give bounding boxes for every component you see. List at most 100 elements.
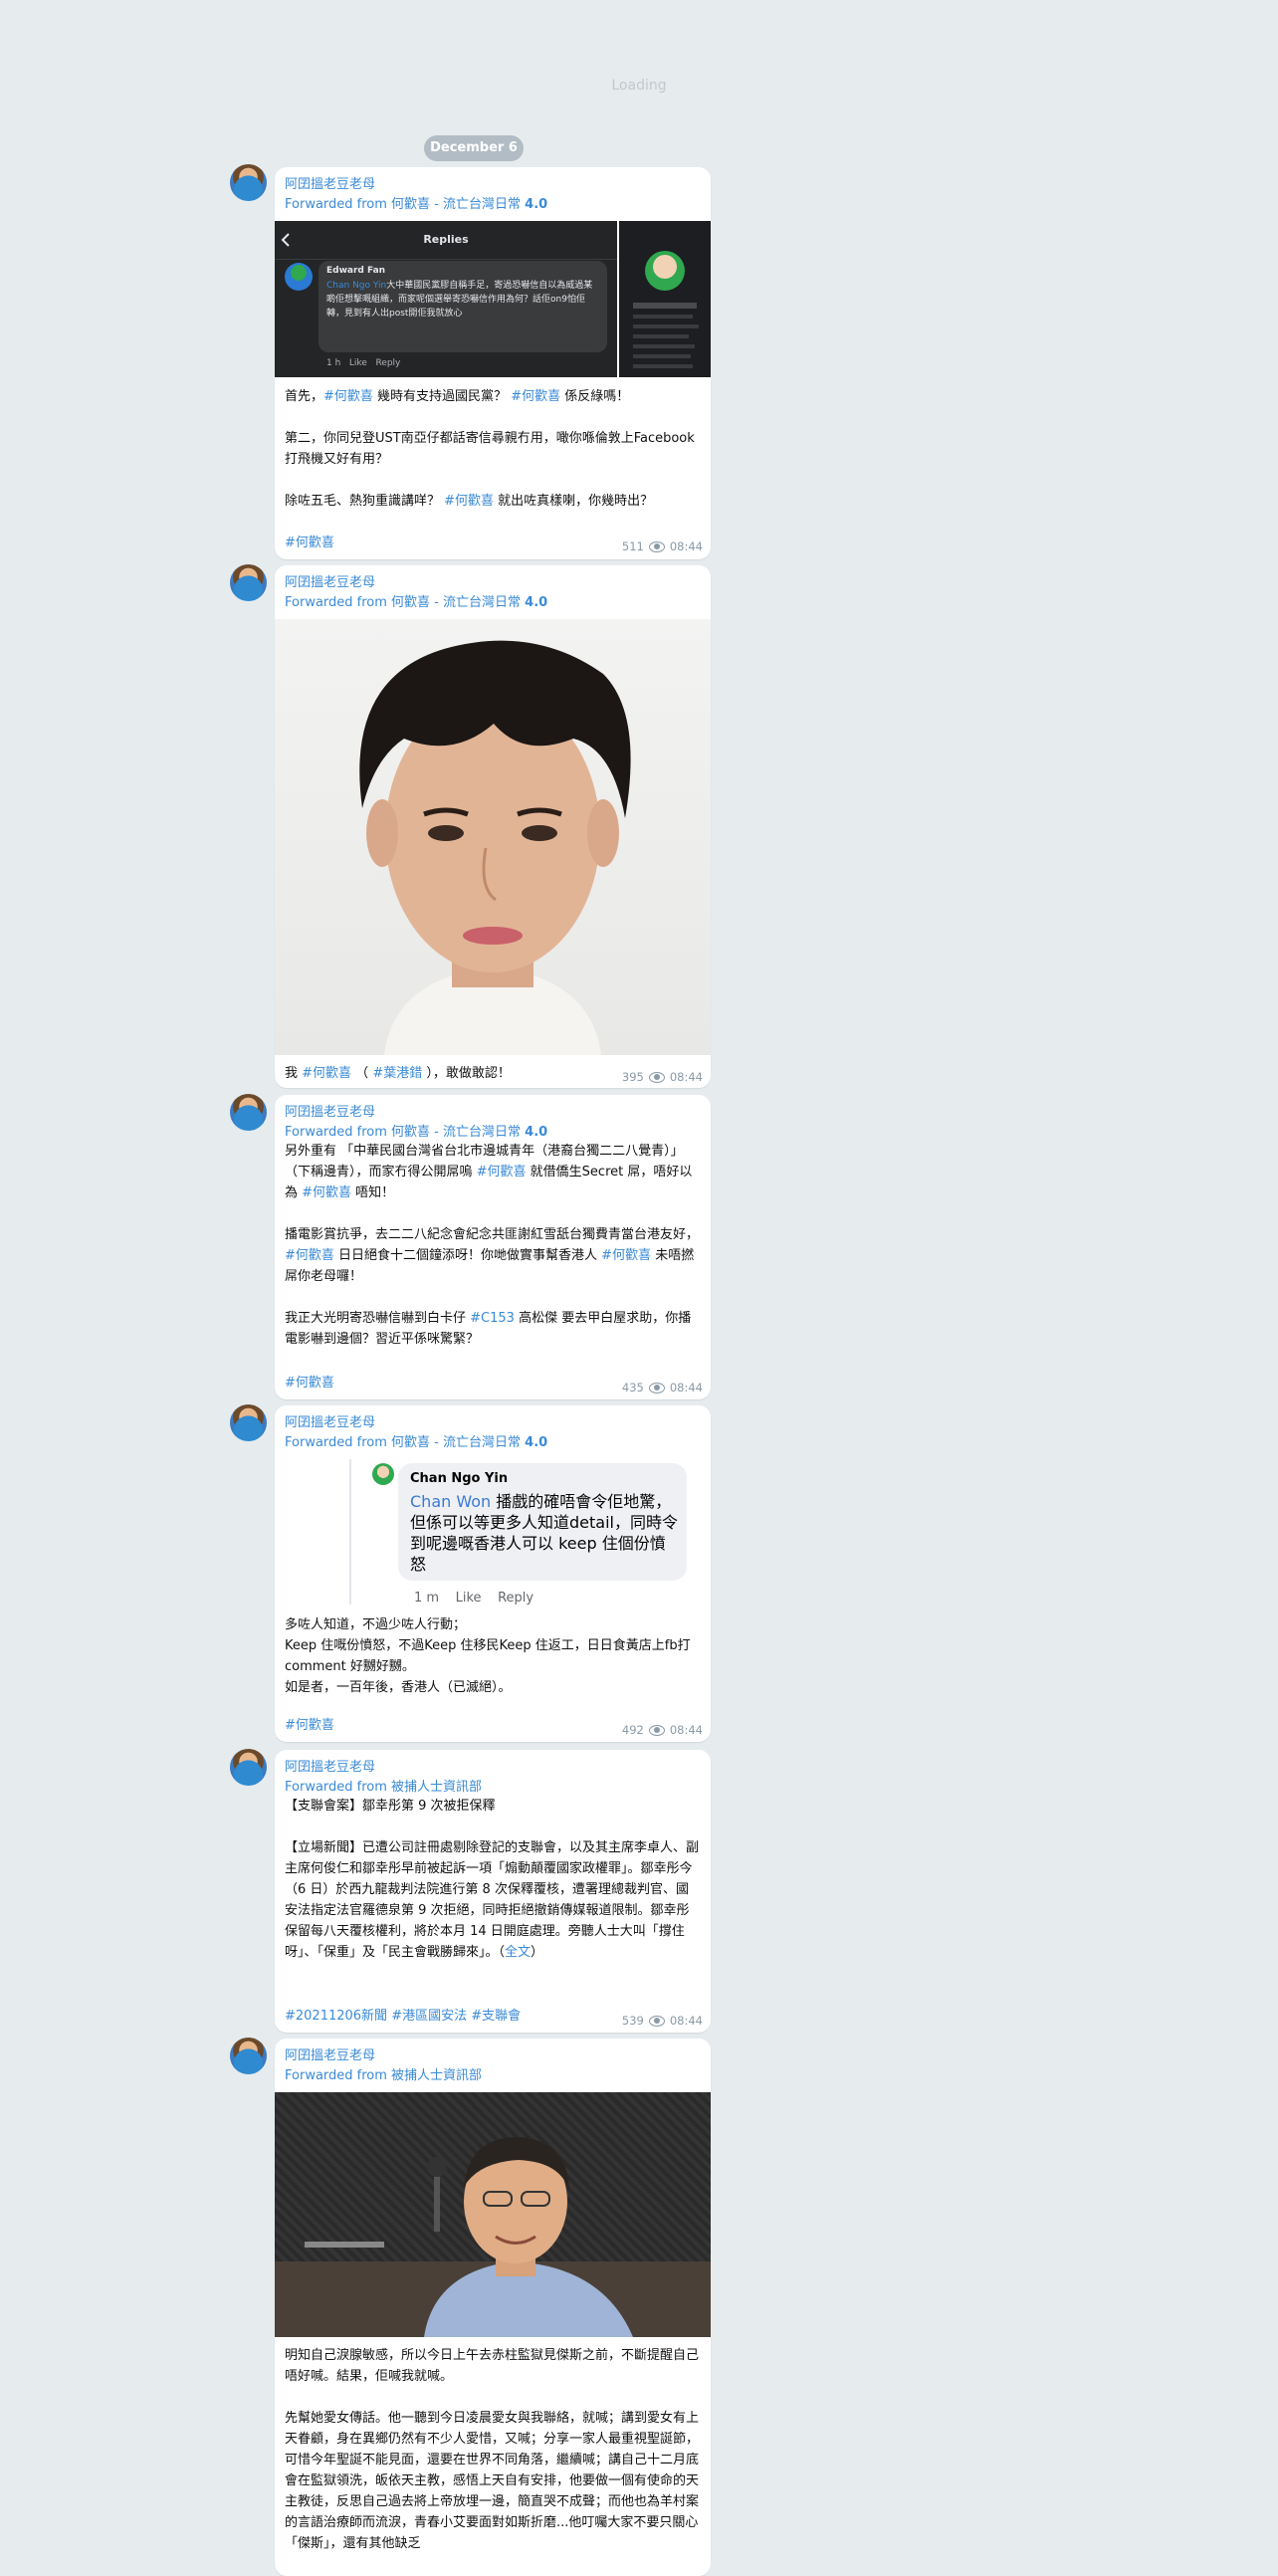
sender-name[interactable]: 阿囝搵老豆老母 [285, 2044, 375, 2063]
forwarded-from[interactable]: Forwarded from 何歡喜 - 流亡台灣日常 4.0 [285, 193, 547, 212]
paragraph-1: 明知自己淚腺敏感，所以今日上午去赤柱監獄見傑斯之前，不斷提醒自己唔好喊。結果，佢… [285, 2348, 700, 2384]
screenshot-like: Like [348, 358, 367, 368]
forward-prefix: Forwarded from [285, 1780, 392, 1795]
text-segment: 唔知！ [351, 1185, 395, 1200]
portrait-svg [359, 640, 631, 1055]
sender-avatar[interactable] [230, 1404, 267, 1441]
loading-indicator: Loading [611, 78, 667, 94]
paragraph-2: 先幫她愛女傳話。他一聽到今日凌晨愛女與我聯絡，就喊；講到愛女有上天眷顧，身在異鄉… [285, 2411, 700, 2551]
view-count: 539 [621, 2014, 644, 2028]
hashtag-link[interactable]: #葉港錯 [372, 1066, 422, 1081]
forward-source[interactable]: 被捕人士資訊部 [391, 1780, 482, 1795]
screenshot-mention: Chan Ngo Yin [326, 281, 387, 291]
eye-icon [648, 1724, 665, 1736]
sender-name[interactable]: 阿囝搵老豆老母 [285, 1411, 375, 1430]
full-text-link[interactable]: 全文 [505, 1945, 531, 1960]
screenshot-title: Replies [423, 233, 469, 246]
sender-name[interactable]: 阿囝搵老豆老母 [285, 1101, 375, 1120]
sender-avatar[interactable] [230, 1749, 267, 1786]
message-time: 08:44 [669, 2014, 703, 2028]
message-bubble: 阿囝搵老豆老母 Forwarded from 何歡喜 - 流亡台灣日常 4.0 … [275, 1095, 711, 1399]
view-count: 395 [621, 1070, 644, 1084]
sender-avatar[interactable] [230, 564, 267, 601]
message-time: 08:44 [669, 539, 703, 553]
sender-avatar[interactable] [230, 1094, 267, 1131]
message-meta: 435 08:44 [622, 1381, 703, 1395]
comment-text: Chan Won 播戲的確唔會令佢地驚，但係可以等更多人知道detail，同時令… [410, 1491, 681, 1575]
comment-actions: 1 m Like Reply [414, 1591, 533, 1606]
forwarded-from[interactable]: Forwarded from 被捕人士資訊部 [285, 2064, 482, 2083]
sender-avatar[interactable] [230, 164, 267, 201]
view-count: 511 [621, 539, 644, 553]
thread-line [349, 1459, 351, 1605]
forward-version: 4.0 [525, 197, 548, 212]
text-segment: 播電影賞抗爭，去二二八紀念會紀念共匪謝紅雪舐台獨費青當台港友好， [285, 1227, 704, 1242]
text-segment: 日日絕食十二個鐘添呀！你哋做實事幫香港人 [333, 1248, 602, 1263]
message-text: 明知自己淚腺敏感，所以今日上午去赤柱監獄見傑斯之前，不斷提醒自己唔好喊。結果，佢… [285, 2345, 701, 2554]
forward-source[interactable]: 何歡喜 - 流亡台灣日常 [391, 1435, 521, 1450]
news-photo[interactable] [275, 2092, 711, 2337]
hashtag-link[interactable]: #何歡喜 [285, 1248, 334, 1263]
eye-icon [648, 2015, 665, 2027]
message-meta: 539 08:44 [622, 2014, 703, 2028]
hashtag-link[interactable]: #何歡喜 [511, 389, 560, 404]
reply-screenshot-image[interactable]: Replies Edward Fan Chan Ngo Yin大中華國民黨膠自稱… [275, 221, 711, 377]
text-segment: 除咗五毛、熱狗重識講咩？ [285, 494, 445, 509]
forward-prefix: Forwarded from [285, 2068, 392, 2083]
forward-version: 4.0 [525, 1125, 548, 1140]
eye-icon [648, 540, 665, 552]
news-title: 【支聯會案】鄒幸彤第 9 次被拒保釋 [285, 1799, 496, 1814]
text-segment: 幾時有支持過國民黨？ [372, 389, 512, 404]
hashtag-link[interactable]: #C153 [470, 1311, 515, 1326]
text-segment: 就出咗真樣喇，你幾時出？ [494, 494, 654, 509]
sender-avatar[interactable] [230, 2038, 267, 2074]
message-bubble: 阿囝搵老豆老母 Forwarded from 被捕人士資訊部 【支聯會案】鄒幸彤… [275, 1750, 711, 2033]
screenshot-reply: Reply [375, 358, 401, 368]
portrait-photo[interactable] [275, 619, 711, 1055]
forward-version: 4.0 [525, 1435, 548, 1450]
message-time: 08:44 [669, 1723, 703, 1737]
date-separator: December 6 [424, 135, 524, 161]
news-body: 【立場新聞】已遭公司註冊處剔除登記的支聯會，以及其主席李卓人、副主席何俊仁和鄒幸… [285, 1840, 700, 1960]
comment-bubble: Chan Ngo Yin Chan Won 播戲的確唔會令佢地驚，但係可以等更多… [398, 1463, 687, 1581]
sender-name[interactable]: 阿囝搵老豆老母 [285, 571, 375, 590]
forward-source[interactable]: 何歡喜 - 流亡台灣日常 [391, 595, 521, 610]
forward-version: 4.0 [525, 595, 548, 610]
forward-prefix: Forwarded from [285, 197, 392, 212]
forwarded-from[interactable]: Forwarded from 何歡喜 - 流亡台灣日常 4.0 [285, 1431, 547, 1450]
hashtag-link[interactable]: #何歡喜 [601, 1248, 651, 1263]
message-text: 【支聯會案】鄒幸彤第 9 次被拒保釋 【立場新聞】已遭公司註冊處剔除登記的支聯會… [285, 1796, 701, 1963]
hashtag-link[interactable]: #何歡喜 [302, 1066, 351, 1081]
hashtag-link[interactable]: #何歡喜 [444, 494, 494, 509]
forward-source[interactable]: 被捕人士資訊部 [391, 2068, 482, 2083]
hashtag-link[interactable]: #何歡喜 [302, 1185, 351, 1200]
sender-name[interactable]: 阿囝搵老豆老母 [285, 1756, 375, 1775]
text-segment: 首先， [285, 389, 324, 404]
comment-like: Like [455, 1591, 482, 1606]
comment-reply: Reply [498, 1591, 534, 1606]
text-segment: 我 [285, 1066, 303, 1081]
message-text: 多咗人知道，不過少咗人行動； Keep 住嘅份憤怒，不過Keep 住移民Keep… [285, 1617, 691, 1695]
message-meta: 492 08:44 [622, 1723, 703, 1737]
message-time: 08:44 [669, 1070, 703, 1084]
forward-prefix: Forwarded from [285, 595, 392, 610]
text-segment: （ [351, 1066, 373, 1081]
forwarded-from[interactable]: Forwarded from 何歡喜 - 流亡台灣日常 4.0 [285, 591, 547, 610]
message-meta: 395 08:44 [622, 1070, 703, 1084]
message-bubble: 阿囝搵老豆老母 Forwarded from 何歡喜 - 流亡台灣日常 4.0 … [275, 167, 711, 559]
hashtag-link[interactable]: #何歡喜 [323, 389, 373, 404]
screenshot-time: 1 h [326, 358, 341, 368]
forward-source[interactable]: 何歡喜 - 流亡台灣日常 [391, 1125, 521, 1140]
screenshot-comment: Chan Ngo Yin大中華國民黨膠自稱手足，寄過恐嚇信自以為威過某啲佢想擊嘅… [326, 279, 601, 321]
comment-screenshot[interactable]: Chan Ngo Yin Chan Won 播戲的確唔會令佢地驚，但係可以等更多… [275, 1459, 711, 1620]
forwarded-from[interactable]: Forwarded from 何歡喜 - 流亡台灣日常 4.0 [285, 1121, 547, 1140]
forward-prefix: Forwarded from [285, 1435, 392, 1450]
hashtag-link[interactable]: #何歡喜 [477, 1165, 527, 1180]
forwarded-from[interactable]: Forwarded from 被捕人士資訊部 [285, 1776, 482, 1795]
eye-icon [648, 1382, 665, 1394]
sender-name[interactable]: 阿囝搵老豆老母 [285, 173, 375, 192]
screenshot-actions: 1 h Like Reply [326, 358, 400, 368]
screenshot-author: Edward Fan [326, 266, 386, 276]
forward-source[interactable]: 何歡喜 - 流亡台灣日常 [391, 197, 521, 212]
message-bubble: 阿囝搵老豆老母 Forwarded from 被捕人士資訊部 明知自己淚腺敏感，… [275, 2039, 711, 2576]
